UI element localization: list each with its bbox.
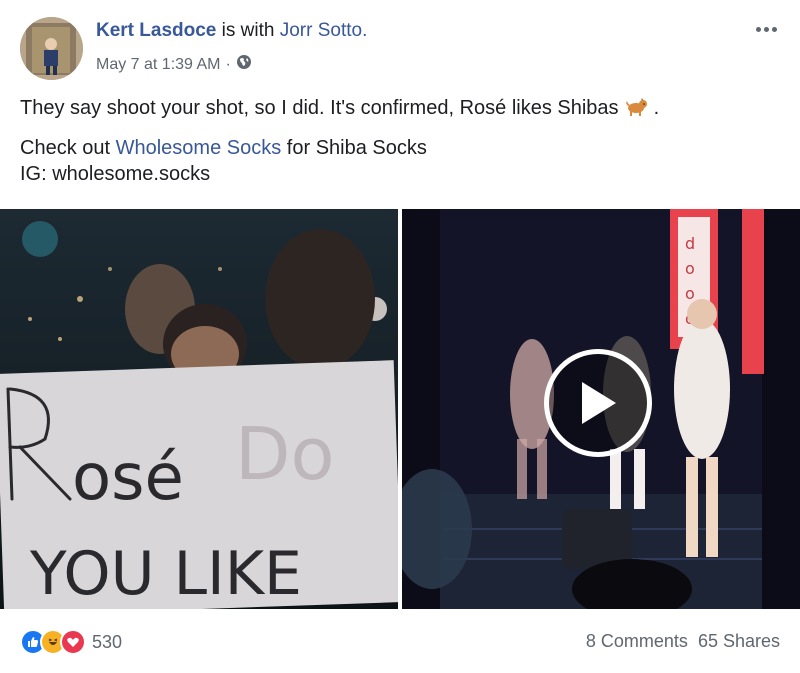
post-text-main: They say shoot your shot, so I did. It's…: [20, 97, 619, 119]
comments-count-link[interactable]: 8 Comments: [586, 631, 688, 652]
text-post: for Shiba Socks: [281, 137, 427, 159]
video-thumbnail[interactable]: d o o o: [402, 209, 800, 609]
text-pre: Check out: [20, 137, 116, 159]
post-timestamp[interactable]: May 7 at 1:39 AM: [96, 56, 221, 74]
reactions-summary[interactable]: 530: [20, 629, 122, 655]
sign-text-do: Do: [235, 412, 335, 496]
tagged-user-link[interactable]: Jorr Sotto.: [280, 20, 368, 41]
banner-letter: o: [685, 259, 695, 278]
period: .: [653, 97, 660, 119]
wholesome-socks-link[interactable]: Wholesome Socks: [116, 137, 282, 159]
post-text-line3: IG: wholesome.socks: [20, 163, 211, 185]
shiba-emoji-icon: [624, 97, 654, 119]
post-header: Kert Lasdoce is with Jorr Sotto. May 7 a…: [20, 17, 780, 87]
dot: [755, 26, 761, 32]
banner-letter: o: [685, 284, 695, 303]
post-text-line1: They say shoot your shot, so I did. It's…: [20, 95, 780, 121]
post-footer: 530 8 Comments 65 Shares: [20, 625, 780, 661]
shares-count-link[interactable]: 65 Shares: [698, 631, 780, 652]
video-play-button[interactable]: [544, 349, 652, 457]
sign-text-rose: osé: [72, 441, 184, 515]
author-avatar[interactable]: [20, 17, 83, 80]
post-meta: May 7 at 1:39 AM ·: [96, 54, 252, 75]
more-options-button[interactable]: [752, 19, 780, 39]
dot: [771, 26, 777, 32]
meta-separator: ·: [225, 55, 231, 73]
post-text: They say shoot your shot, so I did. It's…: [20, 95, 780, 187]
globe-icon: [236, 54, 252, 75]
play-icon: [582, 382, 616, 424]
post-media: osé Do YOU LIKE d o o o: [0, 209, 800, 609]
love-icon: [60, 629, 86, 655]
reaction-count[interactable]: 530: [92, 632, 122, 653]
post-author-line: Kert Lasdoce is with Jorr Sotto.: [96, 20, 367, 42]
photo-sign[interactable]: osé Do YOU LIKE: [0, 209, 398, 609]
sign-text-you-like: YOU LIKE: [29, 539, 302, 609]
with-text: is with: [221, 20, 275, 41]
author-name-link[interactable]: Kert Lasdoce: [96, 20, 216, 41]
post-text-line2: Check out Wholesome Socks for Shiba Sock…: [20, 135, 780, 187]
dot: [763, 26, 769, 32]
banner-letter: d: [685, 234, 695, 253]
post-stats: 8 Comments 65 Shares: [586, 631, 780, 652]
